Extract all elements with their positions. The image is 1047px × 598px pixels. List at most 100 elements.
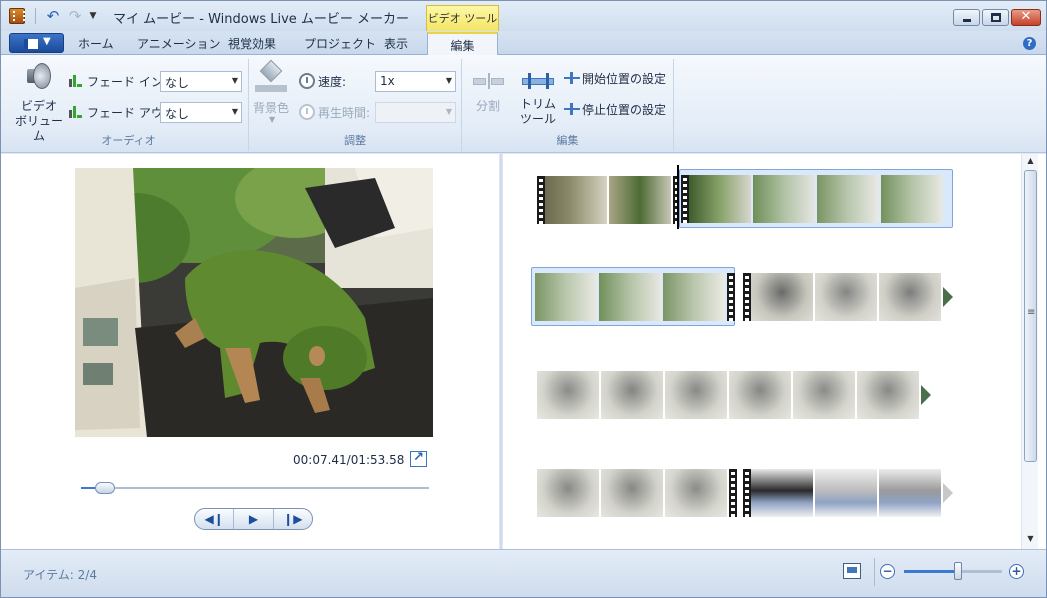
window-controls: ✕ — [953, 9, 1041, 26]
status-divider — [874, 558, 875, 586]
title-bar: ↶ ↷ ▼ マイ ムービー - Windows Live ムービー メーカー ビ… — [1, 1, 1046, 31]
fade-in-label: フェード イン: — [87, 75, 167, 89]
zoom-out-button[interactable]: − — [880, 564, 895, 579]
speed-value: 1x — [380, 74, 395, 88]
close-button[interactable]: ✕ — [1011, 9, 1041, 26]
storyboard-clip[interactable] — [681, 175, 945, 223]
status-bar: アイテム: 2/4 − + — [1, 549, 1046, 597]
item-count: アイテム: 2/4 — [23, 568, 97, 582]
ribbon-panel: ビデオ ボリューム フェード イン: なし ▼ フェード アウト: なし ▼ オ… — [1, 55, 1046, 153]
zoom-slider-thumb[interactable] — [953, 562, 962, 580]
zoom-in-button[interactable]: + — [1009, 564, 1024, 579]
chevron-down-icon: ▼ — [269, 115, 276, 124]
paint-bucket-icon — [255, 59, 287, 93]
scroll-down-icon[interactable]: ▼ — [1022, 534, 1039, 548]
video-preview[interactable] — [75, 168, 433, 437]
main-area: 00:07.41/01:53.58 ◀❙ ▶ ❙▶ — [1, 154, 1046, 549]
play-button[interactable]: ▶ — [234, 509, 274, 529]
preview-pane: 00:07.41/01:53.58 ◀❙ ▶ ❙▶ — [1, 154, 499, 549]
storyboard-clip[interactable] — [743, 469, 953, 517]
playback-controls: ◀❙ ▶ ❙▶ — [194, 508, 313, 530]
speaker-icon — [23, 61, 53, 93]
fade-out-value: なし — [165, 107, 190, 121]
storyboard-clip[interactable] — [535, 273, 735, 321]
set-end-label: 停止位置の設定 — [582, 103, 667, 117]
fade-in-select[interactable]: なし ▼ — [160, 71, 242, 92]
set-end-point-button[interactable]: 停止位置の設定 — [564, 100, 670, 118]
next-frame-icon: ❙▶ — [283, 512, 303, 526]
maximize-button[interactable] — [982, 9, 1009, 26]
split-icon — [473, 73, 505, 89]
chevron-down-icon: ▼ — [231, 76, 238, 85]
duration-select[interactable]: ▼ — [375, 102, 456, 123]
seek-slider-thumb[interactable] — [95, 482, 116, 494]
set-end-icon — [564, 103, 580, 115]
tab-project[interactable]: プロジェクト — [304, 35, 376, 52]
minus-icon: − — [882, 564, 893, 578]
redo-icon[interactable]: ↷ — [64, 7, 86, 25]
set-start-icon — [564, 72, 580, 84]
minimize-icon — [963, 19, 971, 22]
scrollbar-thumb[interactable] — [1024, 170, 1037, 462]
storyboard-scrollbar[interactable]: ▲ ▼ — [1021, 154, 1038, 549]
adjust-group-label: 調整 — [344, 134, 366, 147]
previous-frame-icon: ◀❙ — [204, 512, 224, 526]
minimize-button[interactable] — [953, 9, 980, 26]
app-window: ↶ ↷ ▼ マイ ムービー - Windows Live ムービー メーカー ビ… — [0, 0, 1047, 598]
tab-view[interactable]: 表示 — [384, 35, 408, 52]
adjust-group: 背景色 ▼ 速度: 1x ▼ 再生時間: ▼ 調整 — [249, 59, 462, 151]
set-start-point-button[interactable]: 開始位置の設定 — [564, 69, 670, 87]
trim-tool-label: トリム ツール — [519, 97, 556, 126]
quick-access-toolbar: ↶ ↷ ▼ — [35, 7, 100, 25]
set-start-label: 開始位置の設定 — [582, 72, 667, 86]
seek-track[interactable] — [81, 487, 429, 489]
fade-out-icon — [69, 104, 83, 118]
fullscreen-icon[interactable] — [410, 450, 427, 467]
application-menu-button[interactable]: ▼ — [9, 33, 64, 53]
window-title: マイ ムービー - Windows Live ムービー メーカー — [113, 12, 410, 27]
play-icon: ▶ — [248, 512, 259, 526]
background-color-label: 背景色 — [253, 101, 290, 115]
chevron-down-icon: ▼ — [445, 76, 452, 85]
background-color-button[interactable]: 背景色 ▼ — [253, 59, 290, 127]
trim-tool-button[interactable]: トリム ツール — [517, 67, 559, 129]
audio-group: ビデオ ボリューム フェード イン: なし ▼ フェード アウト: なし ▼ オ… — [9, 59, 249, 151]
edit-group-label: 編集 — [556, 134, 579, 147]
video-volume-button[interactable]: ビデオ ボリューム — [13, 61, 63, 143]
speed-select[interactable]: 1x ▼ — [375, 71, 456, 92]
trim-icon — [522, 73, 554, 89]
storyboard-clip[interactable] — [537, 371, 931, 419]
time-readout: 00:07.41/01:53.58 — [293, 453, 405, 467]
tab-home[interactable]: ホーム — [78, 35, 114, 52]
speed-label: 速度: — [318, 75, 347, 89]
storyboard-clip[interactable] — [537, 176, 681, 224]
next-frame-button[interactable]: ❙▶ — [274, 509, 312, 529]
storyboard-clip[interactable] — [743, 273, 953, 321]
previous-frame-button[interactable]: ◀❙ — [195, 509, 235, 529]
edit-group: 分割 トリム ツール 開始位置の設定 停止位置の設定 編集 — [462, 59, 674, 151]
zoom-slider-fill — [904, 570, 958, 573]
timeline-playhead[interactable] — [677, 165, 679, 229]
split-button[interactable]: 分割 — [470, 67, 508, 117]
storyboard-clip[interactable] — [537, 469, 737, 517]
movie-maker-app-icon[interactable] — [9, 8, 25, 24]
split-label: 分割 — [476, 99, 501, 113]
fade-out-select[interactable]: なし ▼ — [160, 102, 242, 123]
qat-separator — [35, 8, 36, 24]
tab-animations[interactable]: アニメーション — [137, 35, 221, 52]
scroll-up-icon[interactable]: ▲ — [1022, 156, 1039, 170]
audio-group-label: オーディオ — [101, 134, 156, 147]
maximize-icon — [991, 13, 1001, 22]
chevron-down-icon: ▼ — [445, 107, 452, 116]
tab-edit[interactable]: 編集 — [427, 32, 498, 56]
thumbnail-size-icon[interactable] — [843, 563, 861, 579]
video-tools-context-tab: ビデオ ツール — [426, 5, 499, 31]
help-icon[interactable]: ? — [1023, 37, 1036, 50]
speed-icon — [299, 73, 315, 89]
video-frame-image — [75, 168, 433, 437]
app-menu-icon — [24, 39, 38, 49]
qat-dropdown-icon[interactable]: ▼ — [86, 11, 100, 21]
tab-visual-effects[interactable]: 視覚効果 — [228, 35, 276, 52]
undo-icon[interactable]: ↶ — [42, 7, 64, 25]
chevron-down-icon: ▼ — [231, 107, 238, 116]
